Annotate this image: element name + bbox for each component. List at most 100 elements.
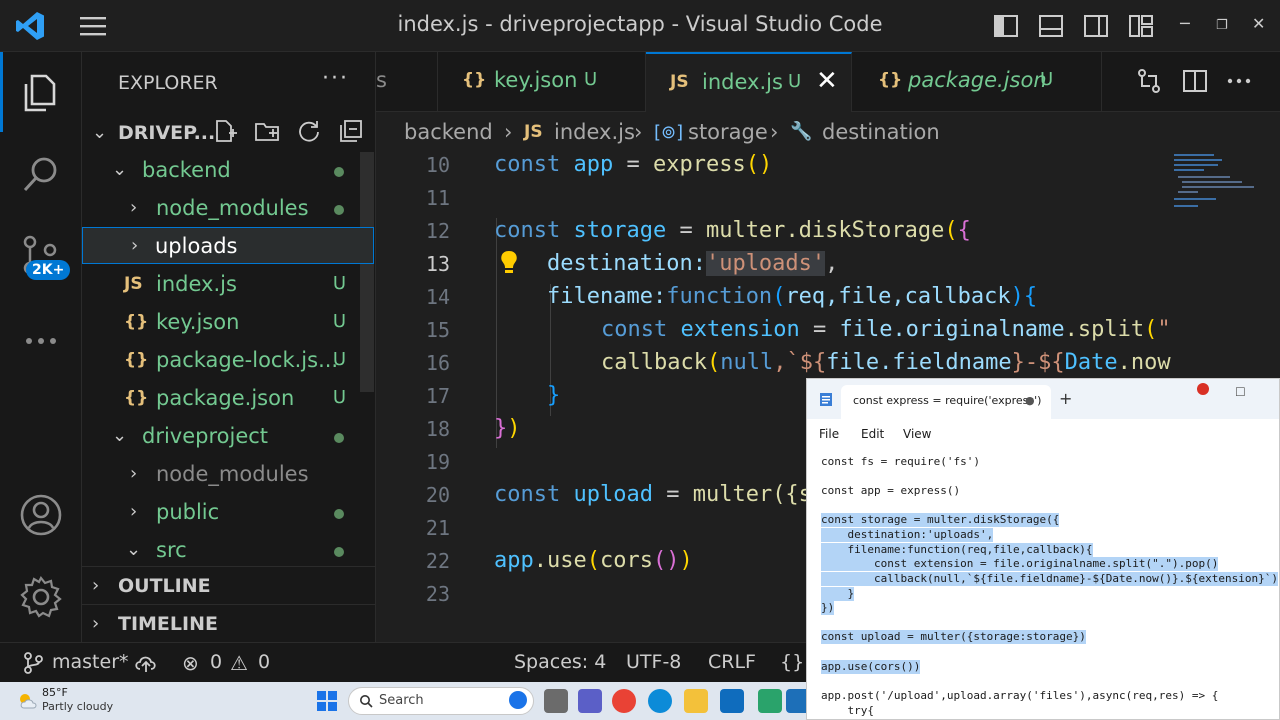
unsaved-dot: ● [1025,394,1035,407]
js-file-icon: JS [524,122,543,142]
more-views-icon[interactable] [18,318,64,364]
compare-changes-icon[interactable] [1134,66,1164,96]
tree-folder-node-modules[interactable]: › node_modules [82,190,374,228]
menu-view[interactable]: View [903,427,931,441]
tree-label: node_modules [156,462,309,486]
warning-count[interactable]: 0 [258,651,270,673]
more-actions-icon[interactable] [1224,66,1254,96]
toggle-panel-icon[interactable] [1037,12,1065,40]
windows-start-icon[interactable] [316,690,338,712]
outline-section[interactable]: › OUTLINE [82,566,376,604]
tab-status: U [584,69,598,90]
tree-file-package-json[interactable]: {} package.json U [82,380,374,418]
collapse-all-icon[interactable] [338,118,364,144]
tab-key-json[interactable]: {} key.json U [438,52,646,112]
indentation-status[interactable]: Spaces: 4 [514,651,606,673]
token: app [494,548,534,573]
new-file-icon[interactable] [212,118,238,144]
notepad-line: app.post('/upload',upload.array('files')… [821,689,1219,702]
notepad-text-area[interactable]: const fs = require('fs') const app = exp… [807,449,1279,719]
notepad-line-selected: const extension = file.originalname.spli… [821,557,1219,571]
menu-file[interactable]: File [819,427,839,441]
maximize-icon[interactable]: ❐ [1216,18,1228,33]
token: 'uploads' [705,251,826,276]
tree-file-key-json[interactable]: {} key.json U [82,304,374,342]
error-icon: ⊗ [182,651,199,675]
tree-folder-public[interactable]: › public [82,494,374,532]
branch-name[interactable]: master* [52,651,129,673]
breadcrumb-file[interactable]: index.js [554,120,635,144]
title-bar: index.js - driveprojectapp - Visual Stud… [0,0,1280,52]
token: .use [533,548,587,573]
language-status[interactable]: {} [780,651,804,673]
taskbar-search[interactable]: Search [348,687,534,715]
timeline-section[interactable]: › TIMELINE [82,604,376,642]
tab-hidden[interactable]: s [376,52,438,112]
token: express [652,152,746,177]
modified-dot [334,547,344,557]
chevron-right-icon: › [92,575,100,596]
token: callback [601,350,707,375]
tree-label: package.json [156,386,295,410]
new-folder-icon[interactable] [254,118,280,144]
breadcrumb-folder[interactable]: backend [404,120,493,144]
breadcrumb-symbol[interactable]: storage [688,120,768,144]
notepad-line-selected: const storage = multer.diskStorage({ [821,513,1060,527]
line-number: 15 [425,318,450,342]
tab-index-js[interactable]: JS index.js U ✕ [646,52,852,112]
sync-cloud-icon[interactable] [134,652,158,674]
close-tab-icon[interactable]: ✕ [816,66,838,96]
edge-icon[interactable] [648,689,672,713]
customize-layout-icon[interactable] [1127,12,1155,40]
error-count[interactable]: 0 [210,651,222,673]
tree-file-index-js[interactable]: JS index.js U [82,266,374,304]
encoding-status[interactable]: UTF-8 [626,651,681,673]
tree-label: node_modules [156,196,309,220]
tree-file-package-lock[interactable]: {} package-lock.js... U [82,342,374,380]
file-explorer-icon[interactable] [684,689,708,713]
source-control-badge: 2K+ [26,260,71,280]
tab-status: U [788,71,802,92]
tree-folder-backend[interactable]: ⌄ backend [82,152,374,190]
breadcrumb-separator: › [770,120,779,144]
explorer-more-actions[interactable]: ··· [322,66,349,91]
chevron-right-icon: › [130,463,138,484]
notepad-app-icon[interactable] [758,689,782,713]
close-window-icon[interactable]: ✕ [1252,14,1265,33]
teams-icon[interactable] [578,689,602,713]
tree-folder-src[interactable]: ⌄ src [82,532,374,570]
line-number: 21 [425,516,450,540]
tree-folder-driveproject[interactable]: ⌄ driveproject [82,418,374,456]
tree-label: key.json [156,310,240,334]
search-icon[interactable] [18,152,64,198]
eol-status[interactable]: CRLF [708,651,756,673]
code-text: const upload = multer({s [494,482,812,507]
chrome-icon[interactable] [612,689,636,713]
mail-icon[interactable] [720,689,744,713]
settings-gear-icon[interactable] [18,574,64,620]
line-number: 16 [425,351,450,375]
notepad-tab[interactable]: const express = require('express') ● [841,385,1051,419]
tab-label: key.json [494,68,578,92]
maximize-icon[interactable]: ☐ [1235,385,1246,399]
new-tab-button[interactable]: + [1059,389,1072,408]
chevron-down-icon: ⌄ [92,122,108,143]
chevron-right-icon: › [92,613,100,634]
token: ,`${ [773,350,827,375]
minimize-icon[interactable]: ─ [1180,14,1190,33]
toggle-secondary-sidebar-icon[interactable] [1082,12,1110,40]
chevron-down-icon: ⌄ [126,539,142,560]
refresh-icon[interactable] [296,118,322,144]
explorer-files-icon[interactable] [18,70,64,116]
breadcrumb-property[interactable]: destination [822,120,940,144]
toggle-primary-sidebar-icon[interactable] [992,12,1020,40]
split-editor-icon[interactable] [1180,66,1210,96]
json-file-icon: {} [124,350,149,370]
menu-edit[interactable]: Edit [861,427,884,441]
tree-folder-node-modules-2[interactable]: › node_modules [82,456,374,494]
task-view-icon[interactable] [544,689,568,713]
token: function [666,284,773,309]
tree-folder-uploads[interactable]: › uploads [82,227,374,264]
account-icon[interactable] [18,492,64,538]
tab-package-json[interactable]: {} package.json U [852,52,1102,112]
